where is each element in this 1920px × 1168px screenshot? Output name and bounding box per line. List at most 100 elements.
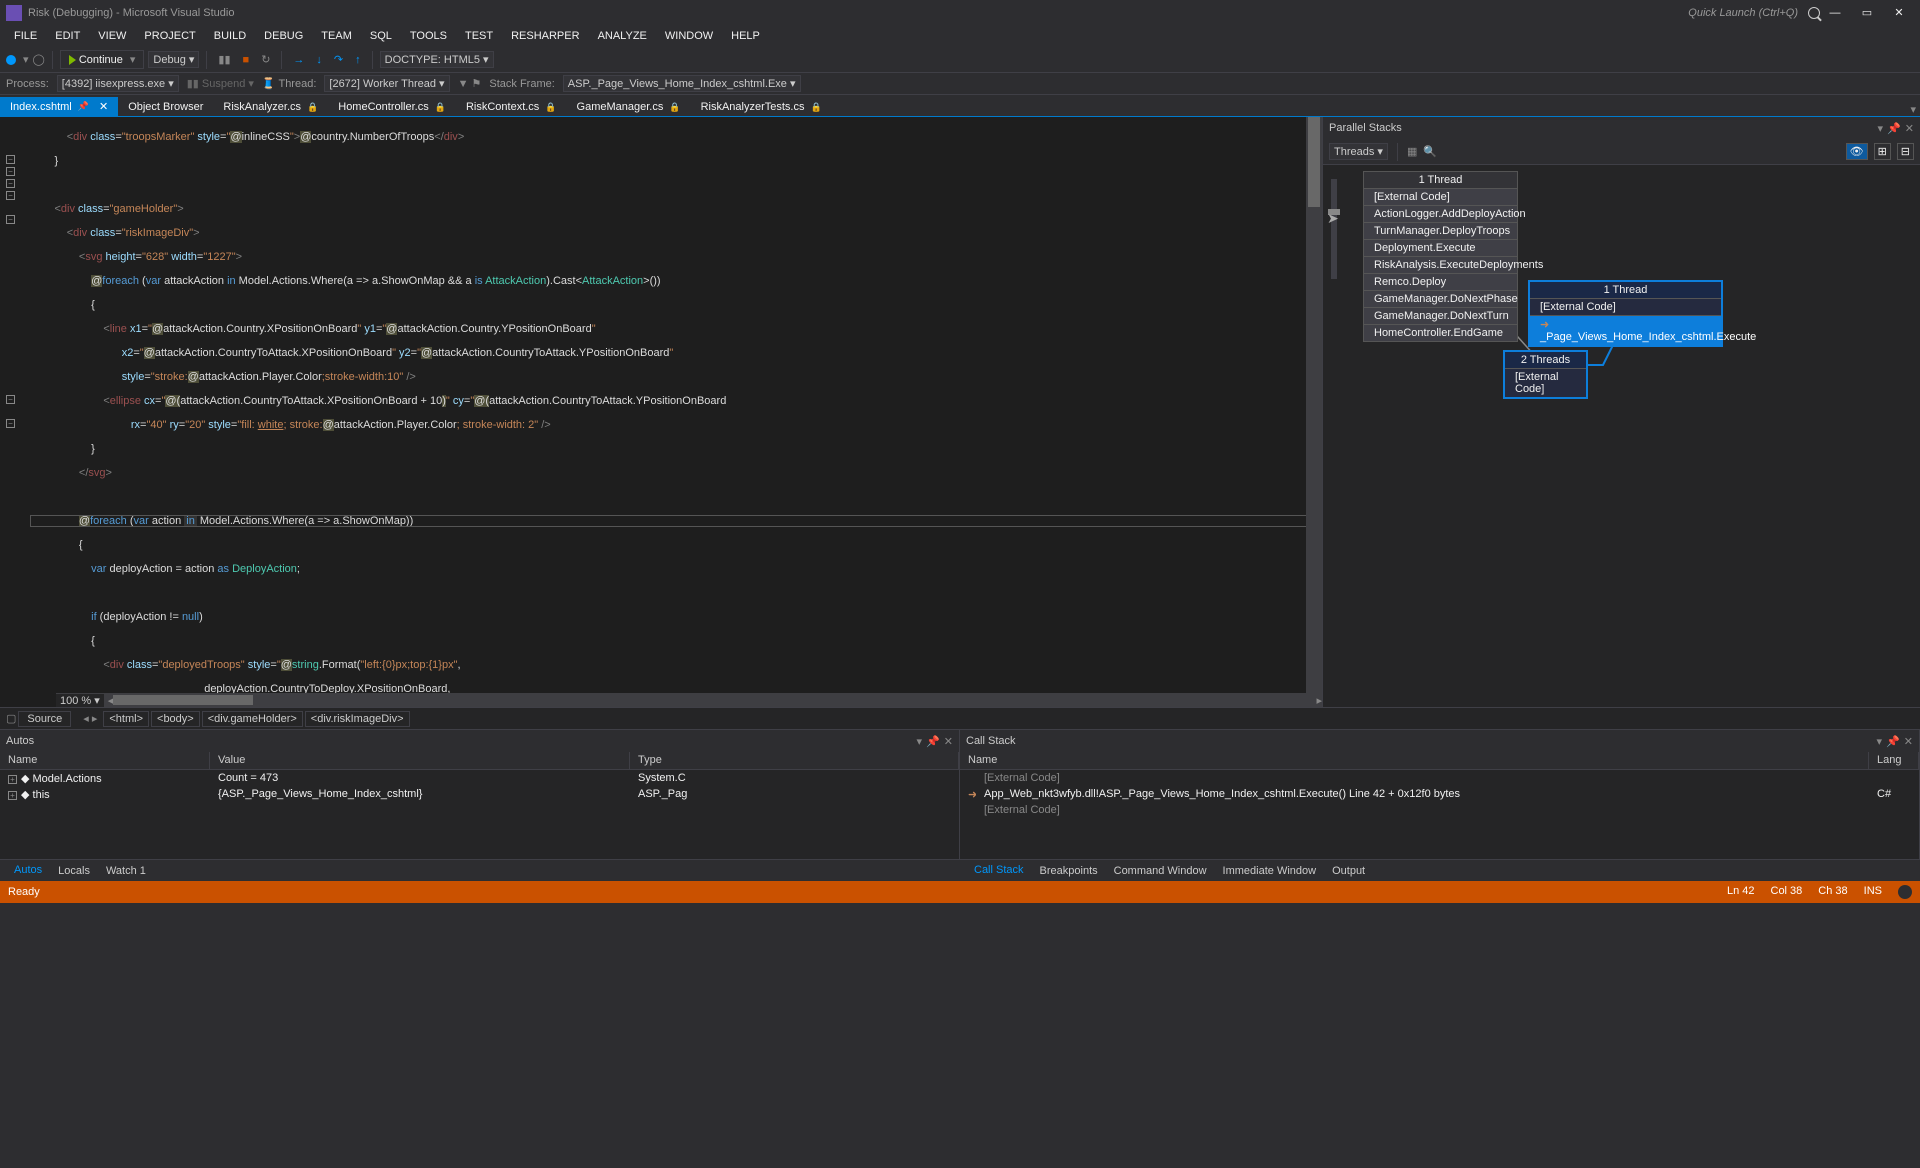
tabwell-watch1[interactable]: Watch 1	[98, 863, 154, 879]
tab-overflow-icon[interactable]: ▾	[1906, 103, 1920, 116]
doctype-dropdown[interactable]: DOCTYPE: HTML5 ▾	[380, 51, 494, 68]
tab-riskanalyzertests[interactable]: RiskAnalyzerTests.cs🔒	[691, 98, 832, 116]
autos-row[interactable]: +◆ this {ASP._Page_Views_Home_Index_csht…	[0, 786, 959, 802]
autos-col-type[interactable]: Type	[630, 752, 959, 769]
tab-homecontroller[interactable]: HomeController.cs🔒	[328, 98, 456, 116]
menu-project[interactable]: PROJECT	[136, 27, 203, 45]
breadcrumb-riskimagediv[interactable]: <div.riskImageDiv>	[305, 711, 410, 727]
nav-back-icon[interactable]	[6, 55, 16, 65]
autos-col-value[interactable]: Value	[210, 752, 630, 769]
tabwell-breakpoints[interactable]: Breakpoints	[1032, 863, 1106, 879]
process-dropdown[interactable]: [4392] iisexpress.exe ▾	[57, 75, 179, 92]
outline-gutter[interactable]: − − − − − − −	[0, 117, 22, 707]
parallel-zoom-icon[interactable]: 🔍	[1423, 145, 1437, 158]
status-ins: INS	[1864, 885, 1882, 899]
right-tab-well: Call Stack Breakpoints Command Window Im…	[960, 859, 1920, 881]
stop-icon[interactable]: ■	[239, 52, 254, 68]
menu-build[interactable]: BUILD	[206, 27, 254, 45]
parallel-view3-button[interactable]: ⊟	[1897, 143, 1914, 160]
menu-tools[interactable]: TOOLS	[402, 27, 455, 45]
step-into-icon[interactable]: ↓	[312, 52, 326, 68]
menu-window[interactable]: WINDOW	[657, 27, 721, 45]
vertical-scrollbar[interactable]	[1306, 117, 1322, 693]
status-ready: Ready	[8, 886, 1727, 898]
breadcrumb-html[interactable]: <html>	[103, 711, 149, 727]
menu-team[interactable]: TEAM	[313, 27, 360, 45]
stackframe-label: Stack Frame:	[489, 78, 554, 90]
tabwell-commandwindow[interactable]: Command Window	[1106, 863, 1215, 879]
callstack-row[interactable]: [External Code]	[960, 770, 1919, 786]
callstack-panel: Call Stack▾📌✕ Name Lang [External Code] …	[960, 730, 1920, 859]
status-line: Ln 42	[1727, 885, 1755, 899]
tab-riskcontext[interactable]: RiskContext.cs🔒	[456, 98, 567, 116]
close-button[interactable]: ✕	[1884, 4, 1914, 22]
nav-fwd-icon[interactable]: ◯	[33, 53, 45, 66]
menu-help[interactable]: HELP	[723, 27, 768, 45]
menu-resharper[interactable]: RESHARPER	[503, 27, 587, 45]
parallel-block-1[interactable]: 1 Thread [External Code] ActionLogger.Ad…	[1363, 171, 1518, 342]
tab-riskanalyzer[interactable]: RiskAnalyzer.cs🔒	[213, 98, 328, 116]
autos-col-name[interactable]: Name	[0, 752, 210, 769]
continue-button[interactable]: Continue▾	[60, 50, 145, 69]
code-content[interactable]: <div class="troopsMarker" style="@inline…	[22, 117, 1322, 707]
callstack-row[interactable]: [External Code]	[960, 802, 1919, 818]
search-icon[interactable]	[1808, 7, 1820, 19]
tab-object-browser[interactable]: Object Browser	[118, 98, 213, 116]
parallel-view1-button[interactable]: 👁	[1846, 143, 1868, 160]
tab-index-cshtml[interactable]: Index.cshtml📌✕	[0, 97, 118, 116]
breadcrumb-body[interactable]: <body>	[151, 711, 200, 727]
tabwell-callstack[interactable]: Call Stack	[966, 862, 1032, 880]
autos-row[interactable]: +◆ Model.Actions Count = 473 System.C	[0, 770, 959, 786]
menu-view[interactable]: VIEW	[90, 27, 134, 45]
thread-label: 🧵 Thread:	[262, 77, 316, 90]
panel-close-icon[interactable]: ✕	[1905, 122, 1914, 135]
menu-edit[interactable]: EDIT	[47, 27, 88, 45]
horizontal-scrollbar[interactable]: 100 % ▾ ◂ ▸	[56, 693, 1322, 707]
tab-gamemanager[interactable]: GameManager.cs🔒	[567, 98, 691, 116]
menu-debug[interactable]: DEBUG	[256, 27, 311, 45]
step-over-icon[interactable]: ↷	[330, 51, 347, 68]
parallel-view2-button[interactable]: ⊞	[1874, 143, 1891, 160]
breadcrumb-bar: ▢ Source ◂ ▸ <html> <body> <div.gameHold…	[0, 707, 1920, 729]
quick-launch[interactable]: Quick Launch (Ctrl+Q)	[1688, 7, 1798, 19]
menu-test[interactable]: TEST	[457, 27, 501, 45]
menu-sql[interactable]: SQL	[362, 27, 400, 45]
code-editor[interactable]: − − − − − − − <div class="troopsMarker" …	[0, 117, 1322, 707]
panel-pin-icon[interactable]: 📌	[1887, 122, 1901, 135]
parallel-tool-icon[interactable]: ▦	[1407, 145, 1417, 158]
callstack-row[interactable]: ➜App_Web_nkt3wfyb.dll!ASP._Page_Views_Ho…	[960, 786, 1919, 802]
menu-bar: FILE EDIT VIEW PROJECT BUILD DEBUG TEAM …	[0, 25, 1920, 47]
zoom-slider[interactable]	[1331, 179, 1337, 279]
tabwell-output[interactable]: Output	[1324, 863, 1373, 879]
callstack-col-name[interactable]: Name	[960, 752, 1869, 769]
parallel-stacks-panel: Parallel Stacks ▾📌✕ Threads ▾ ▦ 🔍 👁 ⊞ ⊟ …	[1322, 117, 1920, 707]
zoom-dropdown[interactable]: 100 % ▾	[56, 694, 104, 707]
menu-file[interactable]: FILE	[6, 27, 45, 45]
status-notify-icon[interactable]	[1898, 885, 1912, 899]
maximize-button[interactable]: ▭	[1852, 4, 1882, 22]
tabwell-locals[interactable]: Locals	[50, 863, 98, 879]
tabwell-immediatewindow[interactable]: Immediate Window	[1215, 863, 1325, 879]
parallel-block-3[interactable]: 2 Threads [External Code]	[1503, 350, 1588, 399]
stackframe-dropdown[interactable]: ASP._Page_Views_Home_Index_cshtml.Exe ▾	[563, 75, 801, 92]
left-tab-well: Autos Locals Watch 1	[0, 859, 960, 881]
main-toolbar: ▾ ◯ Continue▾ Debug ▾ ▮▮ ■ ↻ → ↓ ↷ ↑ DOC…	[0, 47, 1920, 73]
panel-dropdown-icon[interactable]: ▾	[1878, 122, 1884, 135]
document-tabs: Index.cshtml📌✕ Object Browser RiskAnalyz…	[0, 95, 1920, 117]
tabwell-autos[interactable]: Autos	[6, 862, 50, 880]
window-title: Risk (Debugging) - Microsoft Visual Stud…	[28, 7, 1688, 19]
step-next-icon[interactable]: →	[289, 52, 308, 68]
vs-logo-icon	[6, 5, 22, 21]
step-out-icon[interactable]: ↑	[351, 52, 365, 68]
breadcrumb-source[interactable]: Source	[18, 711, 71, 727]
parallel-threads-dropdown[interactable]: Threads ▾	[1329, 143, 1388, 160]
callstack-col-lang[interactable]: Lang	[1869, 752, 1919, 769]
restart-icon[interactable]: ↻	[257, 51, 274, 68]
pause-icon[interactable]: ▮▮	[214, 51, 234, 68]
minimize-button[interactable]: —	[1820, 4, 1850, 22]
thread-dropdown[interactable]: [2672] Worker Thread ▾	[324, 75, 449, 92]
breadcrumb-gameholder[interactable]: <div.gameHolder>	[202, 711, 303, 727]
parallel-block-2[interactable]: 1 Thread [External Code] ➜ _Page_Views_H…	[1528, 280, 1723, 347]
config-dropdown[interactable]: Debug ▾	[148, 51, 199, 68]
menu-analyze[interactable]: ANALYZE	[590, 27, 655, 45]
